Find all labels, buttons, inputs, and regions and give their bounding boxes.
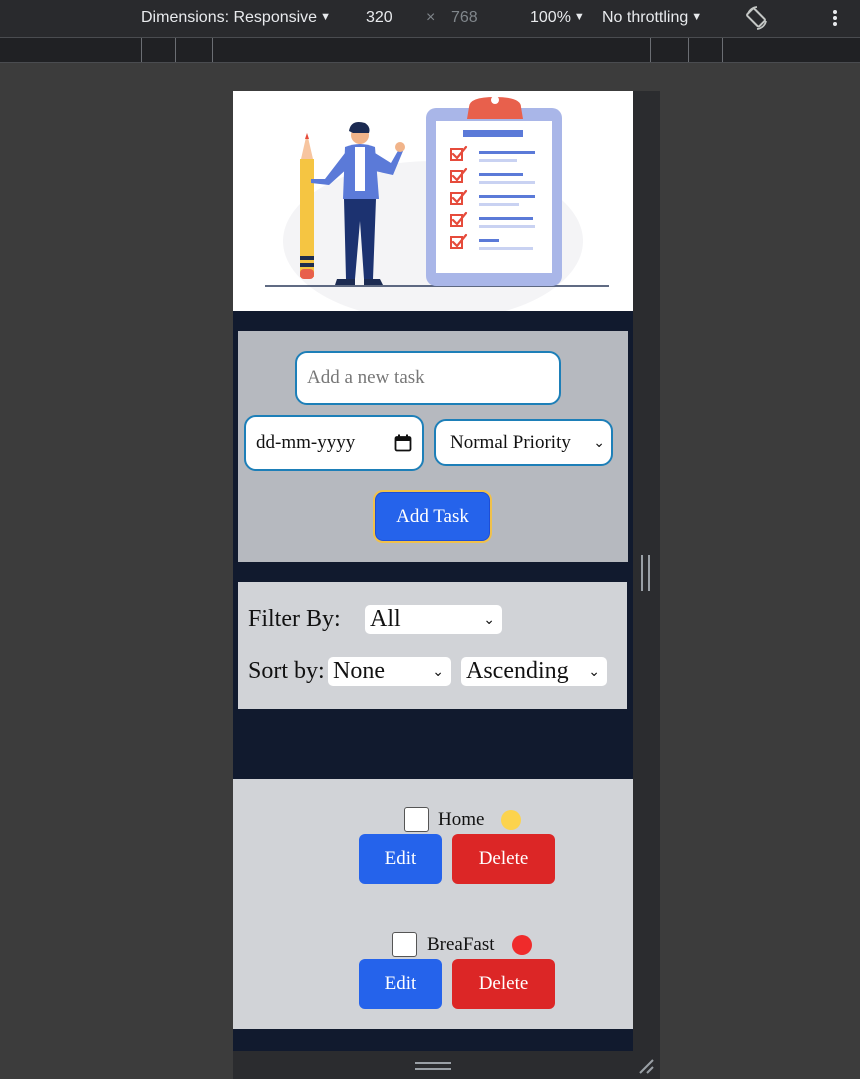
- calendar-icon[interactable]: [394, 434, 412, 452]
- zoom-label: 100%: [530, 9, 571, 26]
- width-field[interactable]: 320: [366, 9, 393, 27]
- sort-select[interactable]: None ⌄: [328, 657, 451, 686]
- chevron-down-icon: ▼: [691, 11, 703, 23]
- filter-select[interactable]: All ⌄: [365, 605, 502, 634]
- task-complete-checkbox[interactable]: [392, 932, 417, 957]
- devtools-toolbar: Dimensions: Responsive ▼ 320 × 768 100% ▼ …: [0, 0, 860, 37]
- filter-selected: All: [370, 606, 401, 632]
- device-viewport: Add a new task dd-mm-yyyy Normal Priorit…: [233, 91, 633, 1051]
- order-selected: Ascending: [466, 658, 569, 684]
- priority-select[interactable]: Normal Priority ⌄: [434, 419, 613, 466]
- throttling-dropdown[interactable]: No throttling ▼: [602, 9, 702, 27]
- delete-button[interactable]: Delete: [452, 834, 555, 884]
- throttling-label: No throttling: [602, 9, 689, 26]
- more-options-icon[interactable]: [832, 9, 838, 32]
- chevron-down-icon: ▼: [573, 11, 585, 23]
- rotate-icon[interactable]: [745, 5, 769, 36]
- edit-button[interactable]: Edit: [359, 959, 442, 1009]
- zoom-dropdown[interactable]: 100% ▼: [530, 9, 585, 27]
- priority-dot: [512, 935, 532, 955]
- chevron-down-icon: ⌄: [593, 434, 605, 451]
- times-icon: ×: [426, 9, 436, 26]
- task-list: Home Edit Delete BreaFast Edit Delete: [233, 779, 633, 1029]
- filter-sort-panel: Filter By: All ⌄ Sort by: None ⌄ Ascendi…: [238, 582, 627, 709]
- dimensions-label: Dimensions: Responsive: [141, 9, 318, 26]
- chevron-down-icon: ⌄: [432, 663, 444, 680]
- date-placeholder: dd-mm-yyyy: [256, 432, 356, 453]
- chevron-down-icon: ⌄: [588, 663, 600, 680]
- height-field[interactable]: 768: [451, 9, 478, 27]
- chevron-down-icon: ⌄: [483, 611, 495, 628]
- corner-resize-icon[interactable]: [637, 1057, 655, 1075]
- edit-button[interactable]: Edit: [359, 834, 442, 884]
- media-query-ruler: [0, 37, 860, 63]
- order-select[interactable]: Ascending ⌄: [461, 657, 607, 686]
- task-name: Home: [438, 809, 485, 830]
- width-resize-handle[interactable]: [641, 555, 650, 591]
- hero-illustration: [233, 91, 633, 321]
- clipboard-icon: [426, 96, 562, 286]
- add-task-panel: Add a new task dd-mm-yyyy Normal Priorit…: [238, 331, 628, 562]
- new-task-input[interactable]: Add a new task: [295, 351, 561, 405]
- dimensions-dropdown[interactable]: Dimensions: Responsive ▼: [141, 9, 331, 27]
- chevron-down-icon: ▼: [320, 11, 331, 23]
- task-name: BreaFast: [427, 934, 495, 955]
- priority-dot: [501, 810, 521, 830]
- pencil-icon: [300, 133, 314, 279]
- add-task-button[interactable]: Add Task: [373, 490, 492, 543]
- delete-button[interactable]: Delete: [452, 959, 555, 1009]
- sort-label: Sort by:: [248, 658, 325, 684]
- priority-selected: Normal Priority: [450, 431, 571, 453]
- sort-selected: None: [333, 658, 385, 684]
- filter-label: Filter By:: [248, 606, 341, 632]
- height-resize-handle[interactable]: [415, 1062, 451, 1070]
- task-complete-checkbox[interactable]: [404, 807, 429, 832]
- new-task-placeholder: Add a new task: [307, 367, 425, 388]
- due-date-input[interactable]: dd-mm-yyyy: [244, 415, 424, 471]
